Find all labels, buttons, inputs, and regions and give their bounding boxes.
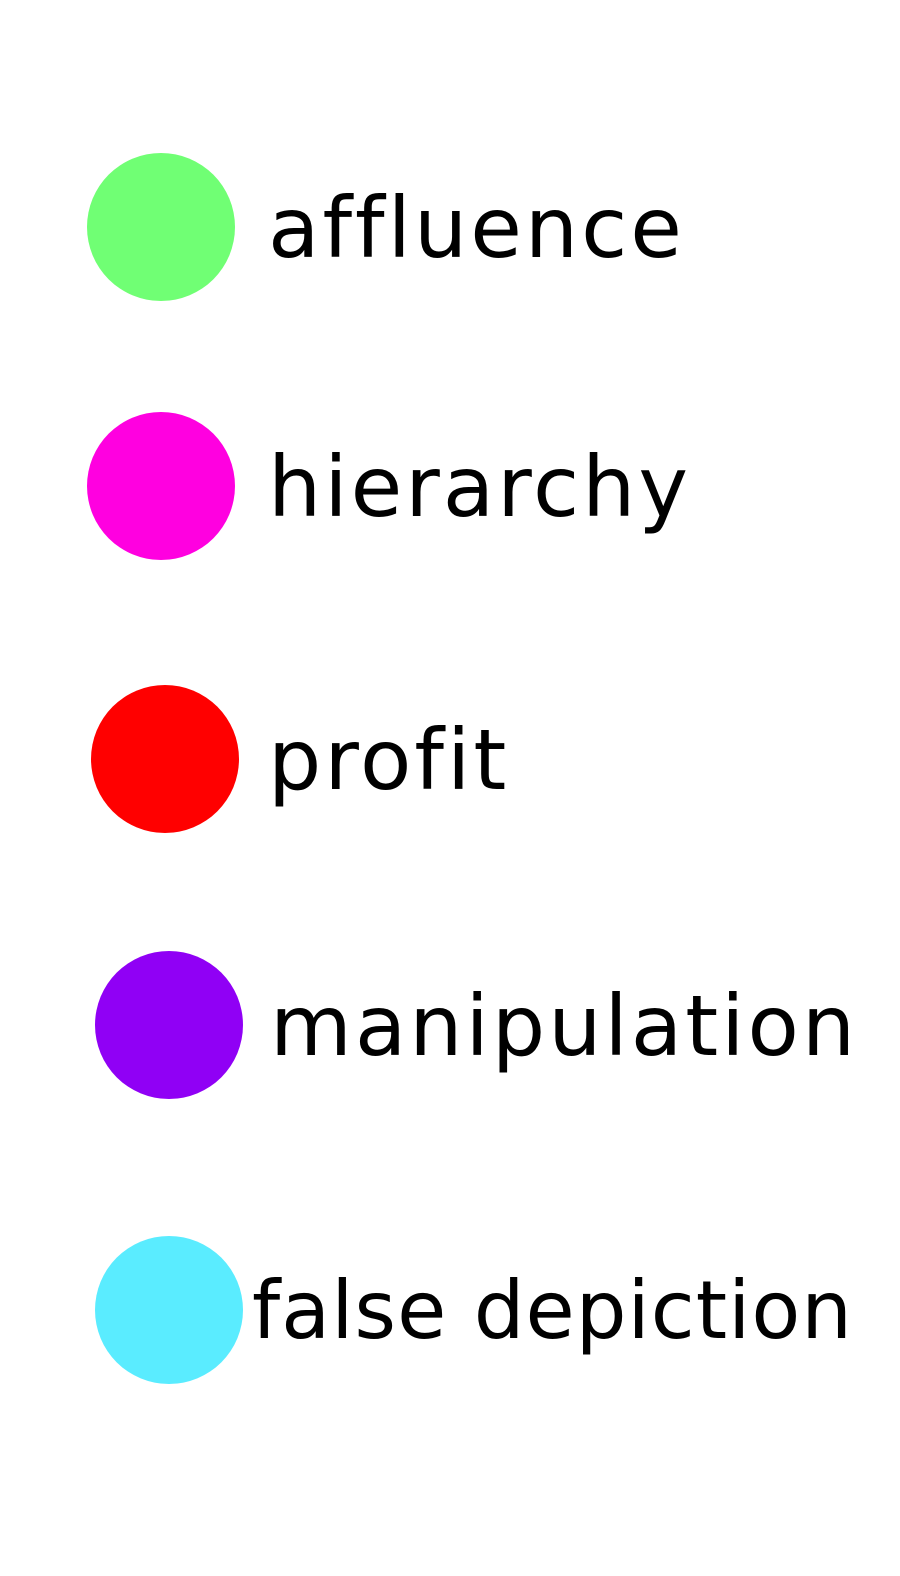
color-swatch-circle (91, 685, 239, 833)
legend-item-affluence: affluence (0, 153, 900, 303)
legend-item-hierarchy: hierarchy (0, 412, 900, 562)
color-swatch-circle (87, 153, 235, 301)
color-swatch-circle (95, 1236, 243, 1384)
legend-label: hierarchy (268, 438, 692, 536)
color-swatch-circle (87, 412, 235, 560)
legend-item-profit: profit (0, 685, 900, 835)
legend-label: affluence (268, 179, 685, 277)
legend-label: profit (268, 711, 510, 809)
color-legend: affluence hierarchy profit manipulation … (0, 0, 900, 1576)
legend-label: false depiction (252, 1264, 853, 1357)
legend-item-manipulation: manipulation (0, 951, 900, 1101)
color-swatch-circle (95, 951, 243, 1099)
legend-item-false-depiction: false depiction (0, 1236, 900, 1386)
legend-label: manipulation (270, 977, 859, 1075)
